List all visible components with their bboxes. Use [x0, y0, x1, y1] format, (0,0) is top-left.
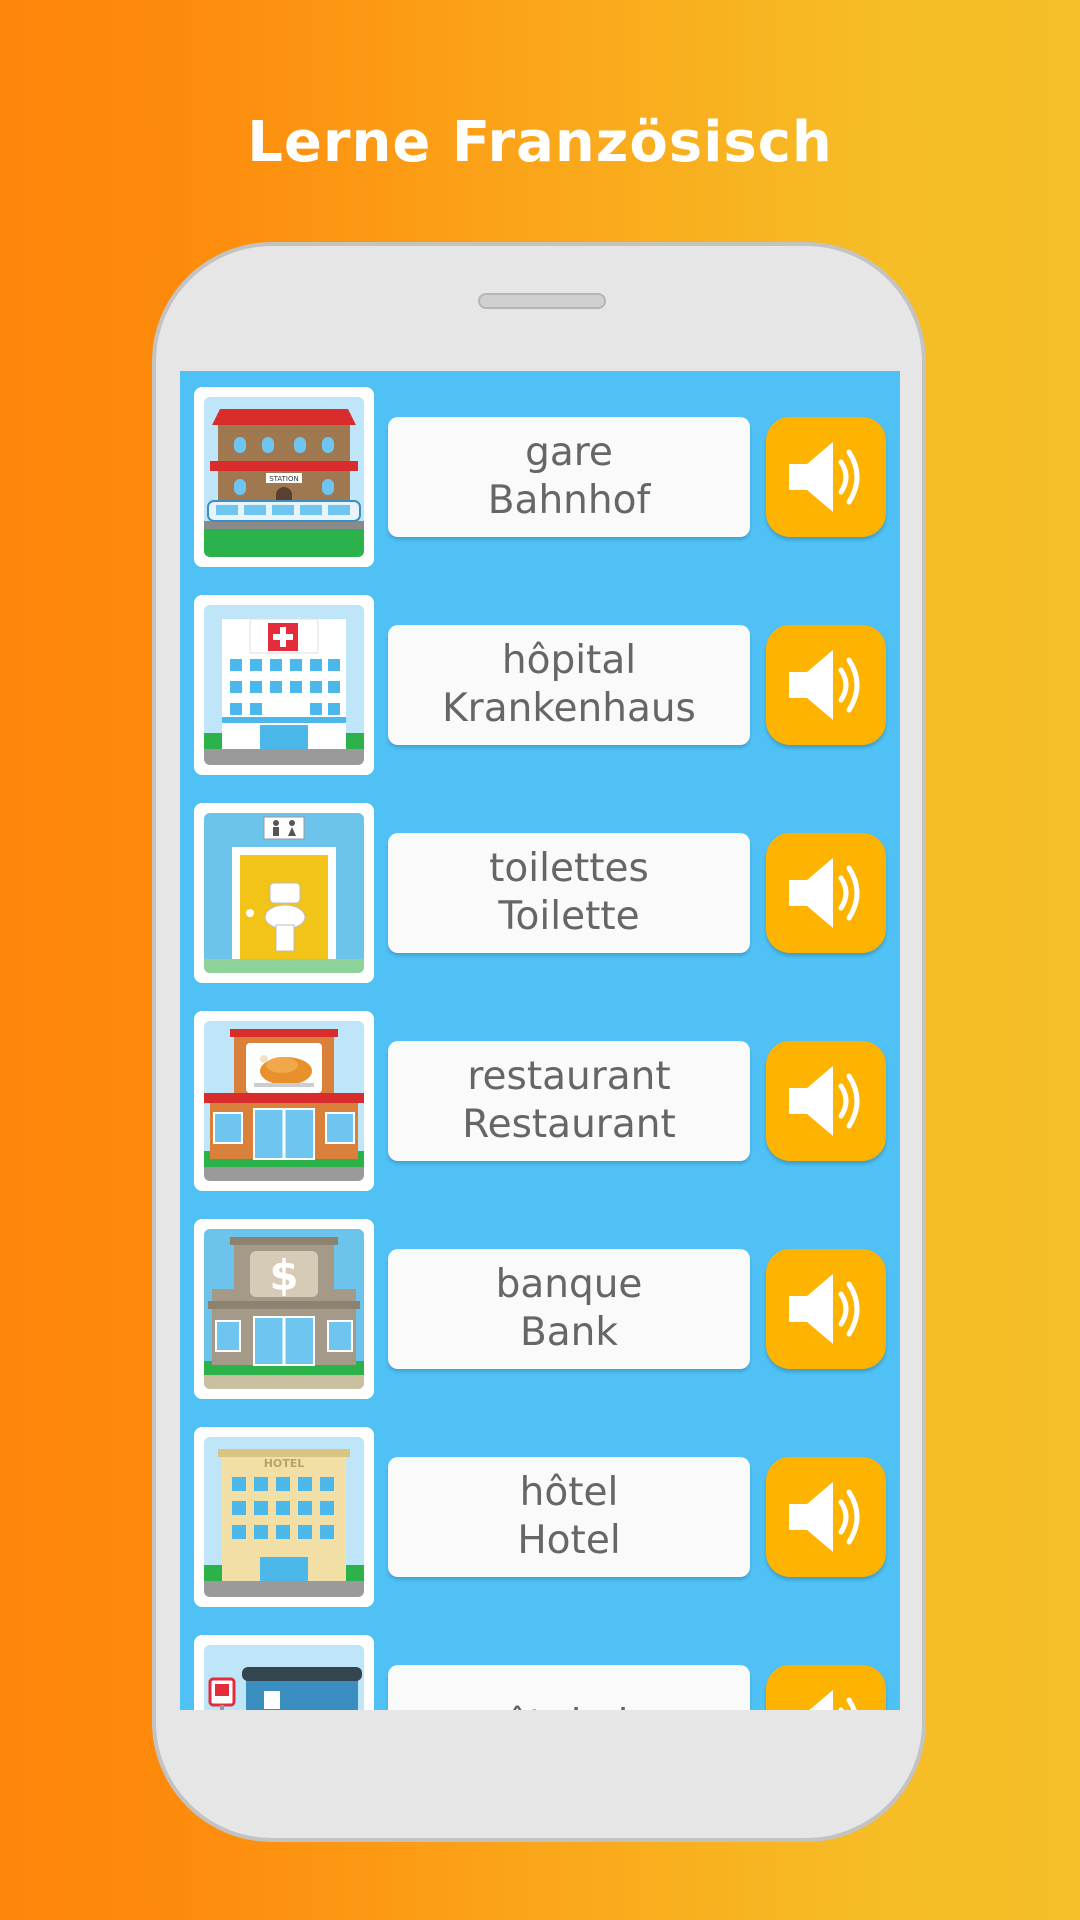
word-card[interactable]: toilettes Toilette — [388, 833, 750, 953]
speaker-icon — [789, 1482, 860, 1552]
word-image-frame: HOTEL — [194, 1427, 374, 1607]
word-card[interactable]: gare Bahnhof — [388, 417, 750, 537]
list-item[interactable]: arrêt de bus — [180, 1627, 900, 1710]
play-audio-button[interactable] — [766, 1665, 886, 1710]
french-word: gare — [525, 430, 613, 475]
list-item[interactable]: $ banque Bank — [180, 1211, 900, 1399]
german-word: Hotel — [517, 1518, 621, 1563]
play-audio-button[interactable] — [766, 1041, 886, 1161]
play-audio-button[interactable] — [766, 1249, 886, 1369]
bank-sign: $ — [269, 1251, 298, 1300]
word-image-frame — [194, 595, 374, 775]
word-card[interactable]: banque Bank — [388, 1249, 750, 1369]
toilet-icon — [204, 813, 364, 973]
list-item[interactable]: hôpital Krankenhaus — [180, 587, 900, 775]
vocab-list[interactable]: STATION gare Bahnhof hôpital Krankenhaus… — [180, 371, 900, 1710]
word-card[interactable]: hôpital Krankenhaus — [388, 625, 750, 745]
train-station-icon: STATION — [204, 397, 364, 557]
french-word: hôpital — [501, 638, 637, 683]
speaker-icon — [809, 1690, 857, 1710]
list-item[interactable]: toilettes Toilette — [180, 795, 900, 983]
word-image-frame — [194, 1011, 374, 1191]
german-word: Bank — [520, 1310, 618, 1355]
german-word: Toilette — [498, 894, 640, 939]
word-card[interactable]: hôtel Hotel — [388, 1457, 750, 1577]
german-word: Bahnhof — [487, 478, 651, 523]
hotel-icon: HOTEL — [204, 1437, 364, 1597]
word-card[interactable]: arrêt de bus — [388, 1665, 750, 1710]
page-title: Lerne Französisch — [247, 110, 833, 175]
german-word: Krankenhaus — [442, 686, 696, 731]
speaker-icon — [789, 858, 860, 928]
french-word: arrêt de bus — [450, 1701, 687, 1710]
play-audio-button[interactable] — [766, 625, 886, 745]
french-word: toilettes — [489, 846, 649, 891]
play-audio-button[interactable] — [766, 1457, 886, 1577]
list-item[interactable]: HOTEL hôtel Hotel — [180, 1419, 900, 1607]
speaker-icon — [789, 442, 860, 512]
speaker-icon — [789, 1066, 860, 1136]
french-word: hôtel — [519, 1470, 619, 1515]
phone-speaker — [478, 293, 606, 309]
play-audio-button[interactable] — [766, 833, 886, 953]
bank-icon: $ — [204, 1229, 364, 1389]
word-image-frame: $ — [194, 1219, 374, 1399]
german-word: Restaurant — [462, 1102, 676, 1147]
french-word: banque — [495, 1262, 643, 1307]
bus-stop-icon — [204, 1645, 364, 1710]
speaker-icon — [789, 650, 860, 720]
word-image-frame: STATION — [194, 387, 374, 567]
hotel-sign: HOTEL — [264, 1457, 305, 1470]
word-image-frame — [194, 1635, 374, 1710]
station-sign: STATION — [269, 475, 299, 483]
hospital-icon — [204, 605, 364, 765]
french-word: restaurant — [467, 1054, 671, 1099]
word-image-frame — [194, 803, 374, 983]
restaurant-icon — [204, 1021, 364, 1181]
word-card[interactable]: restaurant Restaurant — [388, 1041, 750, 1161]
play-audio-button[interactable] — [766, 417, 886, 537]
list-item[interactable]: restaurant Restaurant — [180, 1003, 900, 1191]
list-item[interactable]: STATION gare Bahnhof — [180, 379, 900, 567]
speaker-icon — [789, 1274, 860, 1344]
